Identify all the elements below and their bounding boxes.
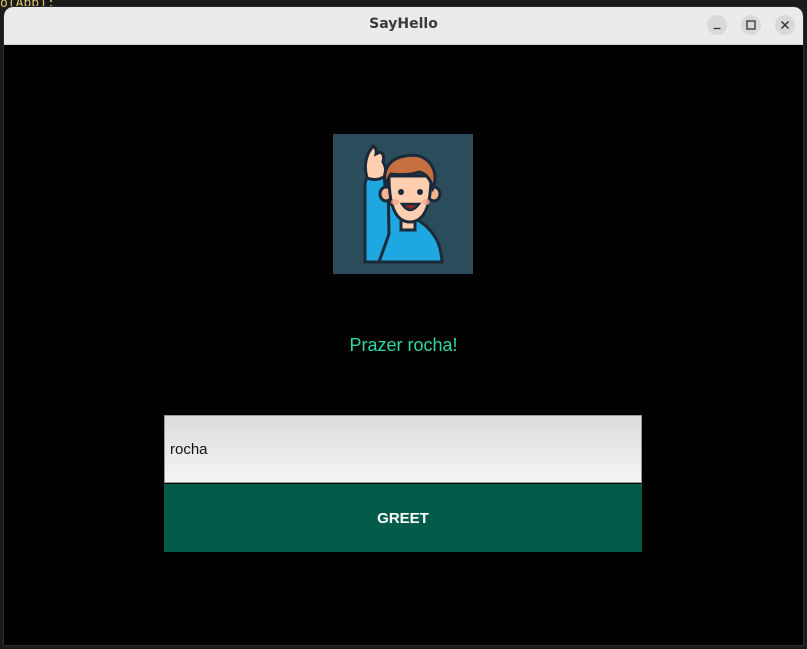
title-bar[interactable]: SayHello bbox=[4, 7, 803, 45]
window-title: SayHello bbox=[369, 16, 438, 32]
name-input[interactable] bbox=[164, 415, 642, 483]
close-icon bbox=[780, 20, 790, 30]
minimize-icon bbox=[713, 27, 721, 30]
maximize-button[interactable] bbox=[741, 15, 761, 35]
maximize-icon bbox=[746, 20, 756, 30]
waving-man-avatar-icon bbox=[333, 134, 473, 274]
greeting-text: Prazer rocha! bbox=[349, 335, 458, 355]
close-button[interactable] bbox=[775, 15, 795, 35]
greet-button[interactable]: GREET bbox=[164, 484, 642, 552]
app-window: SayHello Prazer rocha! rocha GREET bbox=[4, 7, 803, 645]
minimize-button[interactable] bbox=[707, 15, 727, 35]
